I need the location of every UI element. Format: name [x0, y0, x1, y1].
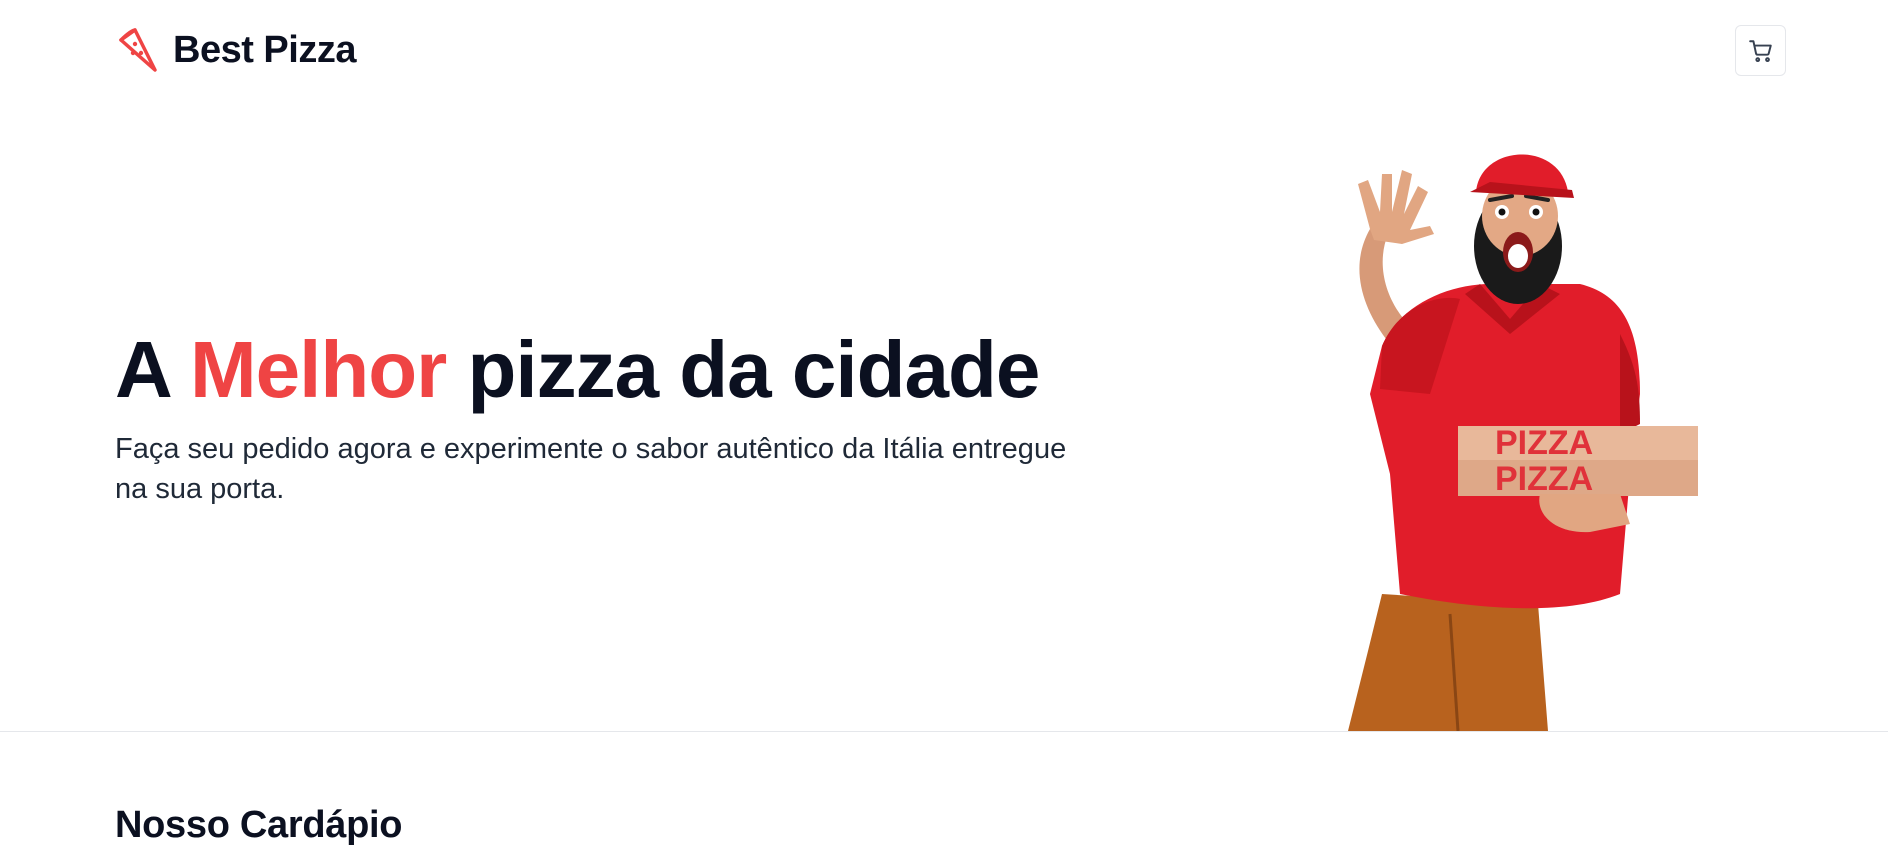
shopping-cart-icon: [1748, 39, 1772, 62]
brand[interactable]: Best Pizza: [115, 26, 356, 74]
cart-button[interactable]: [1735, 25, 1786, 76]
hero-title: A Melhor pizza da cidade: [115, 330, 1040, 410]
hero-title-part2: pizza da cidade: [446, 325, 1040, 414]
site-header: Best Pizza: [0, 0, 1888, 104]
pizza-box-label-bottom: PIZZA: [1495, 460, 1593, 498]
hero-section: A Melhor pizza da cidade Faça seu pedido…: [0, 104, 1888, 731]
hero-subtitle: Faça seu pedido agora e experimente o sa…: [115, 433, 1067, 505]
menu-section-title: Nosso Cardápio: [115, 804, 403, 846]
pizza-slice-icon: [119, 28, 157, 72]
hero-title-part1: A: [115, 325, 191, 414]
section-divider: [0, 731, 1888, 732]
hero-title-accent: Melhor: [190, 325, 447, 414]
delivery-man-image: PIZZA PIZZA: [1348, 154, 1698, 731]
brand-name: Best Pizza: [173, 29, 356, 71]
pizza-box-label-top: PIZZA: [1495, 424, 1593, 462]
